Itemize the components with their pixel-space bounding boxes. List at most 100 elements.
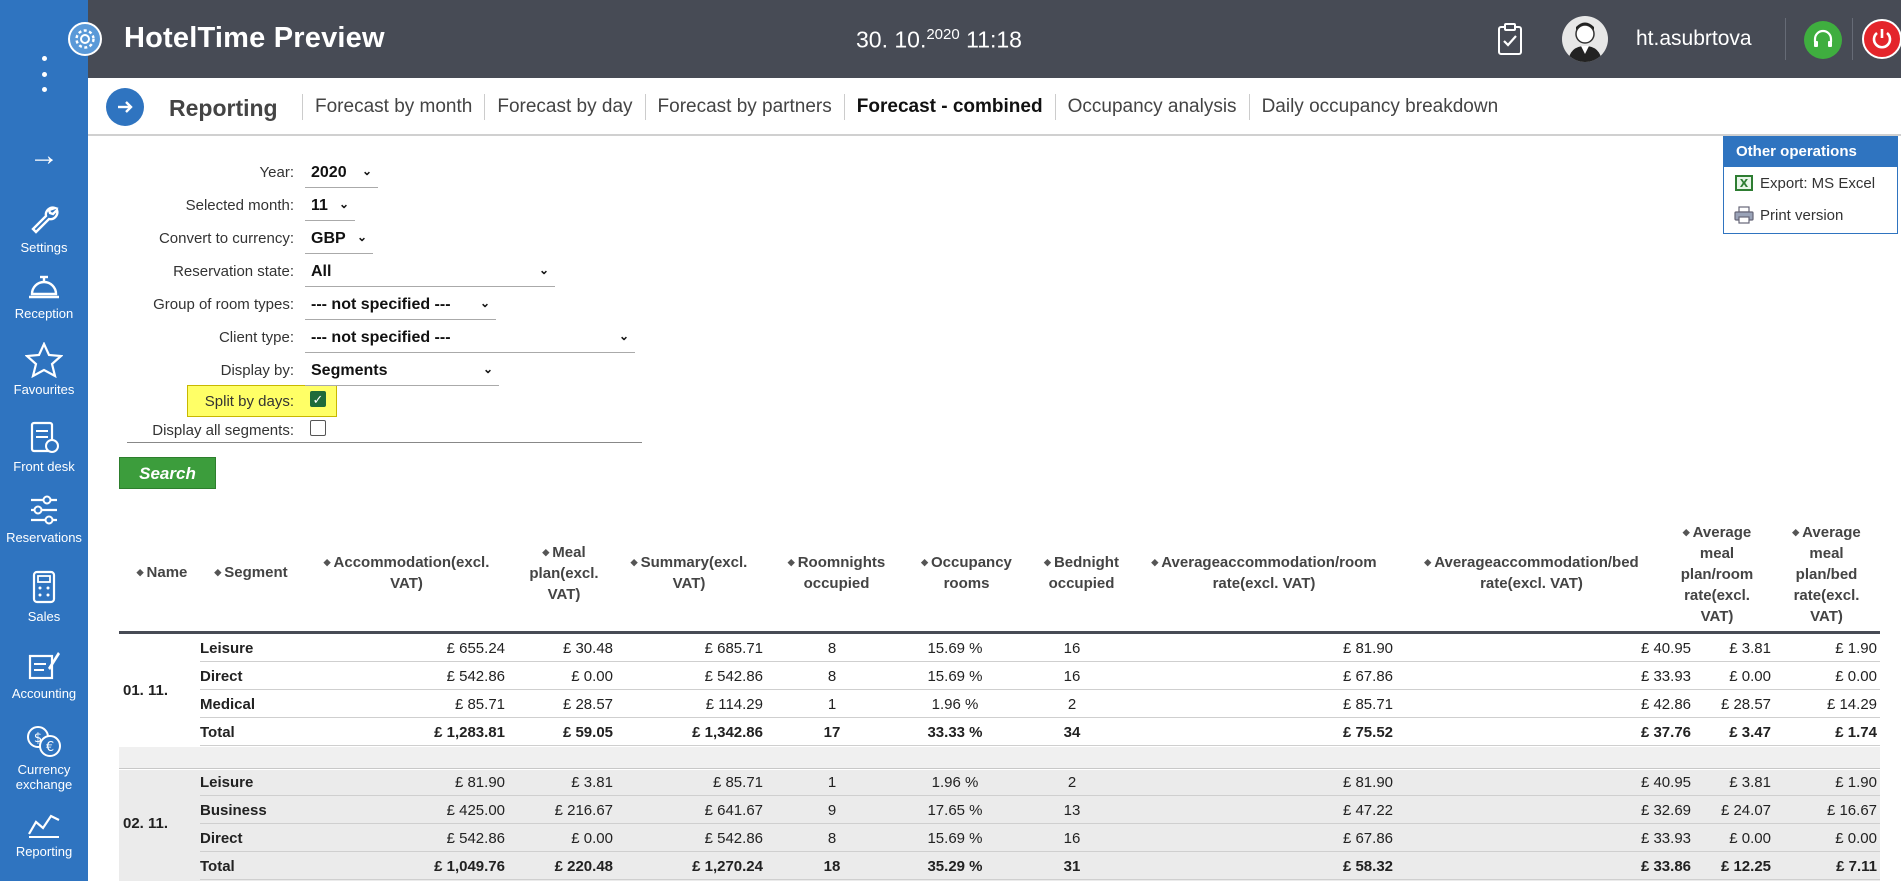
- value-cell: 1: [827, 774, 837, 791]
- top-header: HotelTime Preview 30. 10.2020 11:18 ht.a…: [88, 0, 1901, 78]
- column-header-label: Name: [146, 564, 188, 581]
- chevron-down-icon: ⌄: [356, 230, 367, 244]
- sidebar-item-reservations[interactable]: Reservations: [0, 494, 88, 545]
- value-cell: 9: [827, 802, 837, 819]
- column-header-avg-accommodation-bed[interactable]: ◆ Averageaccommodation/bed rate(excl. VAT…: [1399, 552, 1664, 594]
- username[interactable]: ht.asubrtova: [1636, 27, 1752, 51]
- value-cell: £ 216.67: [554, 802, 613, 819]
- tab-daily-occupancy-breakdown[interactable]: Daily occupancy breakdown: [1248, 94, 1511, 120]
- value-cell: £ 33.86: [1640, 858, 1691, 875]
- value-cell: £ 85.71: [712, 774, 763, 791]
- column-header-accommodation[interactable]: ◆ Accommodation(excl. VAT): [309, 552, 504, 594]
- display-all-segments-label: Display all segments:: [152, 422, 294, 439]
- column-header-avg-meal-bed[interactable]: ◆ Average meal plan/bed rate(excl. VAT): [1779, 522, 1874, 627]
- display-by-select[interactable]: Segments ⌄: [305, 356, 499, 386]
- value-cell: £ 81.90: [1342, 774, 1393, 791]
- calculator-icon: [32, 570, 56, 604]
- segment-cell: Business: [200, 802, 267, 819]
- value-cell: £ 641.67: [704, 802, 763, 819]
- print-version-label: Print version: [1760, 206, 1844, 224]
- value-cell: £ 40.95: [1640, 640, 1691, 657]
- year-label: Year:: [259, 164, 294, 181]
- value-cell: 17.65 %: [927, 802, 983, 819]
- column-header-name[interactable]: ◆ Name: [127, 562, 197, 583]
- tab-forecast-by-month[interactable]: Forecast by month: [302, 94, 484, 120]
- value-cell: £ 3.81: [1729, 640, 1771, 657]
- value-cell: £ 32.69: [1640, 802, 1691, 819]
- value-cell: £ 0.00: [1729, 830, 1771, 847]
- app-logo-gear-icon[interactable]: [68, 22, 102, 56]
- value-cell: 13: [1063, 802, 1081, 819]
- chevron-down-icon: ⌄: [618, 329, 629, 343]
- value-cell: £ 33.93: [1640, 668, 1691, 685]
- other-operations-title: Other operations: [1724, 137, 1897, 167]
- svg-text:X: X: [1740, 177, 1749, 190]
- value-cell: 33.33 %: [927, 724, 983, 741]
- reservation-state-select[interactable]: All ⌄: [305, 257, 555, 287]
- column-header-label: Averageaccommodation/bed rate(excl. VAT): [1434, 554, 1639, 592]
- more-menu-icon[interactable]: [36, 56, 52, 92]
- avatar[interactable]: [1562, 16, 1608, 62]
- column-header-label: Meal plan(excl. VAT): [529, 544, 599, 603]
- column-header-occupancy-rooms[interactable]: ◆ Occupancy rooms: [909, 552, 1024, 594]
- column-header-avg-accommodation-room[interactable]: ◆ Averageaccommodation/room rate(excl. VA…: [1129, 552, 1399, 594]
- column-header-bednight[interactable]: ◆ Bednight occupied: [1024, 552, 1139, 594]
- value-cell: £ 42.86: [1640, 696, 1691, 713]
- report-tabs-bar: Reporting Forecast by month Forecast by …: [88, 78, 1901, 136]
- column-header-avg-meal-room[interactable]: ◆ Average meal plan/room rate(excl. VAT): [1667, 522, 1767, 627]
- column-header-segment[interactable]: ◆ Segment: [206, 562, 296, 583]
- support-headset-icon[interactable]: [1804, 21, 1842, 59]
- currency-select[interactable]: GBP ⌄: [305, 224, 373, 254]
- column-header-label: Segment: [224, 564, 288, 581]
- group-separator: [119, 747, 1880, 769]
- search-button[interactable]: Search: [119, 457, 216, 489]
- value-cell: £ 81.90: [454, 774, 505, 791]
- value-cell: £ 220.48: [554, 858, 613, 875]
- filter-year: Year: 2020 ⌄: [0, 158, 640, 188]
- segment-cell: Direct: [200, 668, 243, 685]
- value-cell: 17: [823, 724, 841, 741]
- column-header-summary[interactable]: ◆ Summary(excl. VAT): [619, 552, 759, 594]
- split-by-days-checkbox[interactable]: ✓: [310, 391, 326, 407]
- print-version-link[interactable]: Print version: [1724, 199, 1897, 231]
- tab-forecast-combined[interactable]: Forecast - combined: [843, 94, 1055, 120]
- export-excel-label: Export: MS Excel: [1760, 174, 1876, 192]
- table-row: Direct £ 542.86 £ 0.00 £ 542.86 8 15.69 % 16 £ …: [0, 824, 1880, 852]
- client-type-select[interactable]: --- not specified --- ⌄: [305, 323, 635, 353]
- nav-forward-arrow-icon[interactable]: [106, 88, 144, 126]
- year-select[interactable]: 2020 ⌄: [305, 158, 378, 188]
- column-header-label: Average meal plan/room rate(excl. VAT): [1680, 524, 1754, 625]
- column-header-meal-plan[interactable]: ◆ Meal plan(excl. VAT): [519, 542, 609, 605]
- current-year: 2020: [926, 26, 960, 43]
- value-cell: £ 542.86: [704, 668, 763, 685]
- value-cell: £ 1.90: [1835, 640, 1877, 657]
- value-cell: £ 0.00: [1835, 668, 1877, 685]
- value-cell: 2: [1067, 774, 1077, 791]
- value-cell: £ 685.71: [704, 640, 763, 657]
- reservation-state-value: All: [311, 263, 332, 280]
- segment-cell: Direct: [200, 830, 243, 847]
- filter-reservation-state: Reservation state: All ⌄: [0, 257, 640, 287]
- display-all-segments-checkbox[interactable]: [310, 420, 326, 436]
- sidebar-item-sales[interactable]: Sales: [0, 569, 88, 624]
- tab-forecast-by-partners[interactable]: Forecast by partners: [644, 94, 844, 120]
- month-select[interactable]: 11 ⌄: [305, 191, 355, 221]
- column-header-roomnights[interactable]: ◆ Roomnights occupied: [774, 552, 899, 594]
- logout-power-icon[interactable]: [1862, 19, 1901, 59]
- value-cell: £ 655.24: [446, 640, 505, 657]
- room-group-select[interactable]: --- not specified --- ⌄: [305, 290, 496, 320]
- value-cell: 15.69 %: [927, 640, 983, 657]
- filter-room-group: Group of room types: --- not specified -…: [0, 290, 640, 320]
- value-cell: 16: [1063, 668, 1081, 685]
- table-row: Leisure £ 81.90 £ 3.81 £ 85.71 1 1.96 % 2 £ 81.…: [0, 768, 1880, 796]
- export-excel-link[interactable]: X Export: MS Excel: [1724, 167, 1897, 199]
- value-cell: £ 16.67: [1826, 802, 1877, 819]
- tab-forecast-by-day[interactable]: Forecast by day: [484, 94, 644, 120]
- display-by-label: Display by:: [220, 362, 294, 379]
- task-clipboard-icon[interactable]: [1496, 22, 1524, 61]
- sidebar-item-label: Sales: [27, 609, 61, 624]
- header-divider: [1852, 18, 1853, 60]
- value-cell: £ 75.52: [1342, 724, 1393, 741]
- filter-display-by: Display by: Segments ⌄: [0, 356, 640, 386]
- tab-occupancy-analysis[interactable]: Occupancy analysis: [1054, 94, 1249, 120]
